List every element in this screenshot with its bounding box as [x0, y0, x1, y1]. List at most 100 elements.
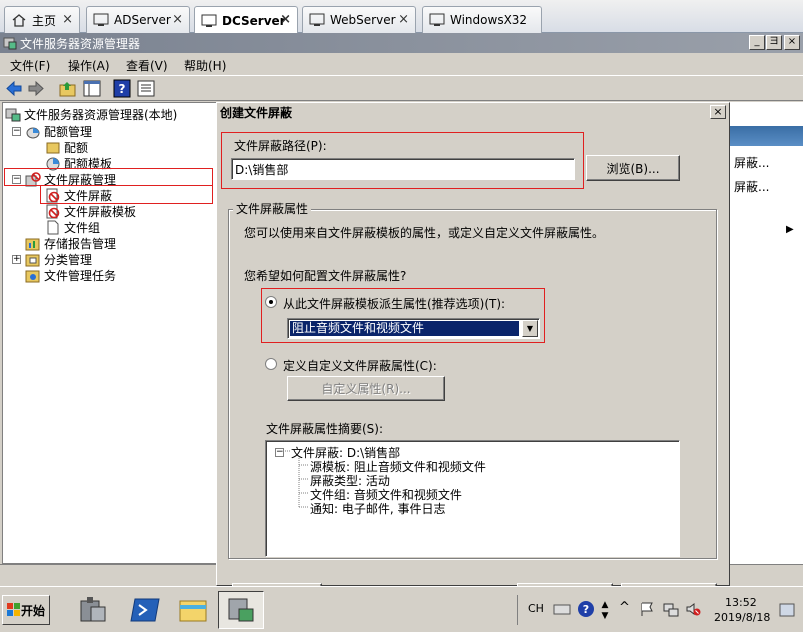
keyboard-icon[interactable]: [553, 600, 571, 618]
tree-label: 分类管理: [44, 252, 93, 267]
up-folder-icon[interactable]: [58, 79, 78, 98]
help-icon[interactable]: ?: [112, 79, 132, 98]
tab-dcserver[interactable]: DCServer ×: [194, 6, 298, 34]
start-label: 开始: [20, 603, 45, 618]
create-file-screen-dialog: 创建文件屏蔽 × 文件屏蔽路径(P): D:\销售部 浏览(B)... 文件屏蔽…: [216, 102, 730, 589]
system-tray: CH ? ▲ ▼ ^ 13:52 2019/8/18: [517, 593, 801, 627]
tree-label: 文件组: [64, 220, 101, 235]
vm-icon: [309, 13, 325, 26]
tab-label: ADServer: [114, 13, 171, 27]
flag-icon[interactable]: [639, 601, 655, 617]
language-indicator[interactable]: CH: [528, 602, 544, 615]
submenu-arrow-icon[interactable]: ▶: [786, 224, 794, 235]
tab-label: DCServer: [222, 13, 286, 28]
clock-date[interactable]: 2019/8/18: [714, 611, 770, 624]
dialog-title: 创建文件屏蔽: [217, 103, 729, 122]
explorer-icon: [179, 600, 207, 622]
volume-muted-icon[interactable]: [685, 601, 701, 617]
tab-label: WebServer: [330, 13, 396, 27]
menu-bar: 文件(F) 操作(A) 查看(V) 帮助(H): [0, 53, 803, 75]
menu-view[interactable]: 查看(V): [126, 57, 168, 74]
tree-quota[interactable]: 配额: [45, 139, 88, 155]
close-icon[interactable]: ×: [172, 12, 183, 27]
properties-icon[interactable]: [136, 79, 156, 98]
menu-help[interactable]: 帮助(H): [184, 57, 226, 74]
svg-text:?: ?: [583, 603, 589, 616]
close-icon[interactable]: ×: [398, 12, 409, 27]
tab-webserver[interactable]: WebServer ×: [302, 6, 416, 33]
menu-action[interactable]: 操作(A): [68, 57, 110, 74]
minimize-button[interactable]: _: [749, 35, 765, 50]
menu-file[interactable]: 文件(F): [10, 57, 50, 74]
tree-label: 配额管理: [44, 124, 93, 139]
close-icon[interactable]: ×: [62, 12, 73, 27]
fsrm-icon: [228, 598, 254, 622]
ime-options-icon[interactable]: ▲▼: [599, 597, 611, 621]
quota-icon: [46, 142, 60, 153]
help-icon[interactable]: ?: [577, 600, 595, 618]
properties-group-title: 文件屏蔽属性: [233, 200, 312, 217]
browse-button[interactable]: 浏览(B)...: [586, 155, 680, 181]
close-button[interactable]: ×: [784, 35, 800, 50]
custom-radio[interactable]: [265, 358, 277, 370]
tab-label: WindowsX32: [450, 13, 528, 27]
tree-file-management-tasks[interactable]: 文件管理任务: [25, 267, 116, 283]
summary-label: 文件屏蔽属性摘要(S):: [266, 422, 384, 436]
file-management-tasks-icon: [25, 270, 40, 282]
dialog-close-button[interactable]: ×: [710, 105, 726, 119]
collapse-toggle[interactable]: −: [12, 127, 21, 136]
vm-icon: [201, 14, 217, 27]
window-title: 文件服务器资源管理器: [20, 36, 141, 51]
back-icon[interactable]: [4, 79, 24, 98]
highlight-box: [261, 288, 545, 343]
svg-text:▼: ▼: [602, 611, 609, 621]
configure-question: 您希望如何配置文件屏蔽属性?: [244, 269, 407, 283]
taskbar: 开始 CH ? ▲ ▼ ^ 13:52 2019/8/18: [0, 586, 803, 632]
clock-time[interactable]: 13:52: [725, 596, 757, 609]
file-group-icon: [47, 220, 59, 234]
classification-icon: [25, 254, 40, 266]
show-hide-tree-icon[interactable]: [82, 79, 102, 98]
taskbar-server-manager[interactable]: [70, 591, 116, 629]
summary-tree[interactable]: − 文件屏蔽: D:\销售部 源模板: 阻止音频文件和视频文件 屏蔽类型: 活动…: [265, 440, 680, 557]
svg-text:?: ?: [119, 82, 126, 96]
powershell-icon: [130, 598, 160, 622]
taskbar-fsrm[interactable]: [218, 591, 264, 629]
network-icon[interactable]: [663, 601, 679, 617]
tree-root[interactable]: 文件服务器资源管理器(本地): [5, 106, 177, 122]
windows-logo-icon: [6, 603, 20, 616]
close-icon[interactable]: ×: [280, 12, 291, 27]
highlight-box: [4, 168, 213, 186]
expand-toggle[interactable]: +: [12, 255, 21, 264]
tab-home[interactable]: 主页 ×: [4, 6, 80, 33]
vm-icon: [429, 13, 445, 26]
action-item[interactable]: 屏蔽...: [734, 154, 769, 171]
taskbar-explorer[interactable]: [170, 591, 216, 629]
action-item[interactable]: 屏蔽...: [734, 178, 769, 195]
forward-icon[interactable]: [26, 79, 46, 98]
taskbar-powershell[interactable]: [122, 591, 168, 629]
server-manager-icon: [80, 597, 106, 622]
tree-storage-reports[interactable]: 存储报告管理: [25, 235, 116, 251]
actions-header: [728, 126, 803, 146]
tab-adserver[interactable]: ADServer ×: [86, 6, 190, 33]
tree-file-screen-templates[interactable]: 文件屏蔽模板: [45, 203, 136, 219]
tab-windowsx32[interactable]: WindowsX32: [422, 6, 542, 33]
chevron-up-icon[interactable]: ^: [619, 600, 630, 615]
properties-description: 您可以使用来自文件屏蔽模板的属性，或定义自定义文件屏蔽属性。: [244, 226, 605, 240]
custom-radio-label[interactable]: 定义自定义文件屏蔽属性(C):: [283, 357, 437, 374]
show-desktop-icon[interactable]: [779, 603, 795, 617]
quota-management-icon: [26, 127, 40, 138]
start-button[interactable]: 开始: [2, 595, 50, 625]
custom-properties-button[interactable]: 自定义属性(R)...: [287, 376, 445, 401]
restore-button[interactable]: ヨ: [766, 35, 782, 50]
file-screen-template-icon: [46, 204, 60, 218]
tree-classification[interactable]: 分类管理: [25, 251, 92, 267]
tree-label: 文件服务器资源管理器(本地): [24, 107, 178, 122]
highlight-box: [40, 185, 213, 204]
highlight-box: [221, 132, 584, 189]
summary-item: 通知: 电子邮件, 事件日志: [310, 502, 446, 516]
tree-file-groups[interactable]: 文件组: [45, 219, 100, 235]
tree-quota-management[interactable]: 配额管理: [25, 123, 92, 139]
dialog-title-text: 创建文件屏蔽: [220, 106, 293, 120]
